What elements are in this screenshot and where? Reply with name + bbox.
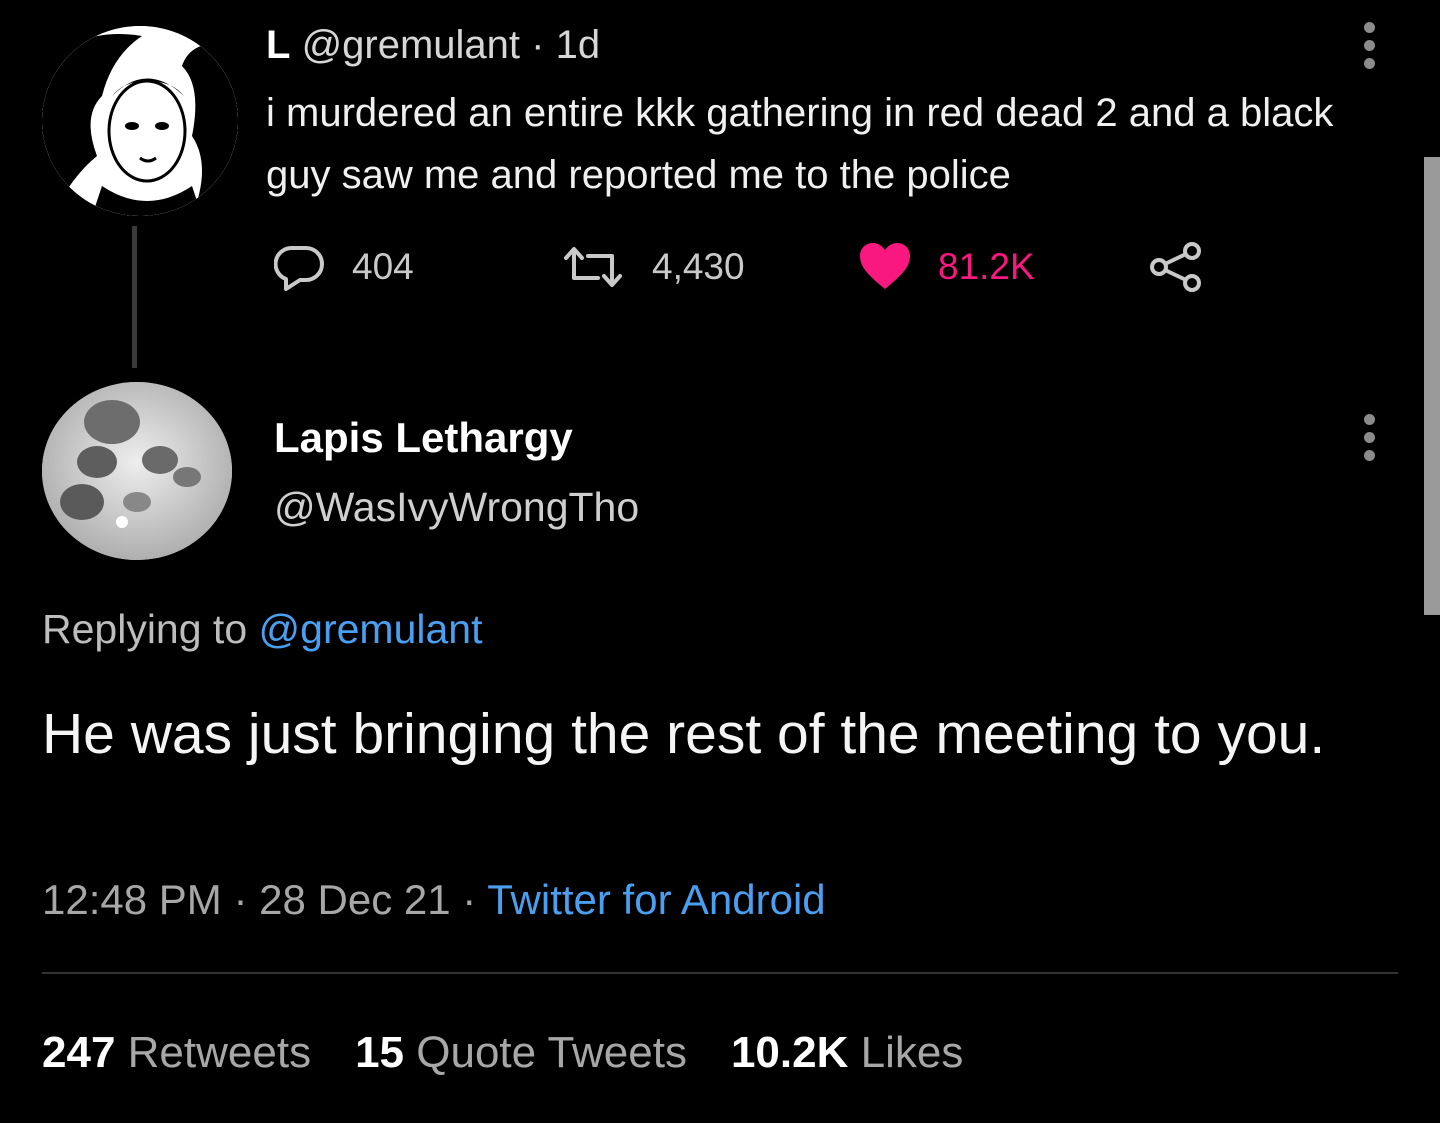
share-icon [1150,242,1201,292]
tweet-source-link[interactable]: Twitter for Android [487,876,825,923]
retweet-button[interactable]: 4,430 [560,242,745,292]
reply-button[interactable]: 404 [274,242,414,292]
engagement-stats: 247 Retweets 15 Quote Tweets 10.2K Likes [42,1028,963,1078]
parent-tweet-text: i murdered an entire kkk gathering in re… [266,91,1334,197]
reply-author-avatar[interactable] [42,382,232,560]
like-count: 81.2K [938,246,1035,287]
thread-connector-line [132,226,137,368]
meta-separator: · [462,876,477,923]
quotes-stat[interactable]: 15 Quote Tweets [355,1028,687,1077]
replying-mention-link[interactable]: @gremulant [259,606,483,652]
reply-tweet-text: He was just bringing the rest of the mee… [42,702,1326,766]
tweet-meta: 12:48 PM · 28 Dec 21 · Twitter for Andro… [42,876,826,924]
tweet-time[interactable]: 12:48 PM [42,876,222,923]
share-button[interactable] [1148,242,1204,292]
like-button[interactable]: 81.2K [858,242,1035,292]
likes-stat[interactable]: 10.2K Likes [731,1028,963,1077]
likes-label: Likes [860,1028,964,1077]
quotes-label: Quote Tweets [416,1028,687,1077]
reply-author-name[interactable]: Lapis Lethargy [274,414,573,462]
parent-tweet-time[interactable]: 1d [556,23,601,67]
reply-author-handle[interactable]: @WasIvyWrongTho [274,484,639,531]
reply-icon [274,245,324,291]
header-separator: · [531,23,545,67]
replying-to-line: Replying to @gremulant [42,606,482,653]
parent-author-name[interactable]: L [266,23,290,67]
tweet-date[interactable]: 28 Dec 21 [259,876,450,923]
divider [42,972,1398,974]
portrait-avatar-icon [42,26,238,216]
reply-count: 404 [352,246,414,287]
parent-author-handle[interactable]: @gremulant [302,23,520,67]
moon-avatar-icon [42,382,232,560]
scrollbar-thumb[interactable] [1424,157,1440,615]
retweets-stat[interactable]: 247 Retweets [42,1028,311,1077]
likes-count: 10.2K [730,1028,849,1077]
parent-tweet-header: L @gremulant · 1d [266,22,600,68]
replying-prefix: Replying to [42,606,248,652]
parent-more-icon[interactable] [1364,22,1376,76]
quotes-count: 15 [355,1028,405,1077]
heart-icon [860,243,910,289]
author-avatar[interactable] [42,26,238,216]
retweets-label: Retweets [127,1028,312,1077]
retweet-icon [564,247,622,287]
meta-separator: · [233,876,248,923]
retweets-count: 247 [42,1028,116,1077]
retweet-count: 4,430 [652,246,745,287]
reply-more-icon[interactable] [1364,414,1376,468]
